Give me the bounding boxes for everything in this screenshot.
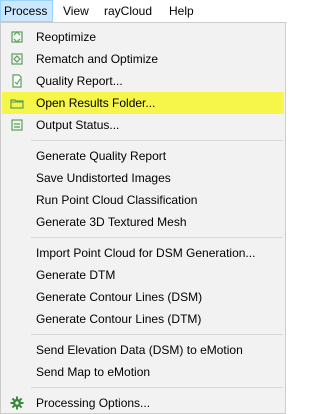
menu-item-save-undistorted-images[interactable]: Save Undistorted Images (2, 167, 284, 189)
menu-item-generate-contour-lines-dtm[interactable]: Generate Contour Lines (DTM) (2, 308, 284, 330)
menu-item-send-map[interactable]: Send Map to eMotion (2, 361, 284, 383)
menu-item-generate-quality-report[interactable]: Generate Quality Report (2, 145, 284, 167)
menu-item-label: Quality Report... (36, 74, 123, 88)
menu-item-label: Generate Contour Lines (DTM) (36, 312, 202, 326)
menu-item-label: Send Elevation Data (DSM) to eMotion (36, 343, 243, 357)
menu-item-generate-dtm[interactable]: Generate DTM (2, 264, 284, 286)
menu-item-label: Open Results Folder... (36, 96, 156, 110)
menubar-process[interactable]: Process (0, 0, 53, 22)
menu-separator (31, 387, 283, 388)
menu-item-label: Import Point Cloud for DSM Generation... (36, 246, 256, 260)
menu-item-output-status[interactable]: Output Status... (2, 114, 284, 136)
menu-item-run-point-cloud-classification[interactable]: Run Point Cloud Classification (2, 189, 284, 211)
menu-item-reoptimize[interactable]: Reoptimize (2, 26, 284, 48)
menu-item-send-elevation-data[interactable]: Send Elevation Data (DSM) to eMotion (2, 339, 284, 361)
menu-item-label: Run Point Cloud Classification (36, 193, 198, 207)
menu-item-label: Send Map to eMotion (36, 365, 151, 379)
menu-separator (31, 140, 283, 141)
menu-bar: Process View rayCloud Help (0, 0, 287, 23)
menu-item-label: Output Status... (36, 118, 120, 132)
menu-item-processing-options[interactable]: Processing Options... (2, 392, 284, 414)
menu-separator (31, 334, 283, 335)
menubar-raycloud[interactable]: rayCloud (101, 0, 155, 22)
menubar-help[interactable]: Help (166, 0, 197, 22)
menu-item-label: Generate Contour Lines (DSM) (36, 290, 203, 304)
menu-item-label: Generate 3D Textured Mesh (36, 215, 187, 229)
menu-item-label: Generate Quality Report (36, 149, 167, 163)
menu-item-generate-contour-lines-dsm[interactable]: Generate Contour Lines (DSM) (2, 286, 284, 308)
menu-item-label: Rematch and Optimize (36, 52, 159, 66)
reoptimize-icon (11, 31, 23, 43)
menu-item-generate-3d-textured-mesh[interactable]: Generate 3D Textured Mesh (2, 211, 284, 233)
menu-item-rematch-optimize[interactable]: Rematch and Optimize (2, 48, 284, 70)
menu-item-import-point-cloud-dsm[interactable]: Import Point Cloud for DSM Generation... (2, 242, 284, 264)
menu-item-open-results-folder[interactable]: Open Results Folder... (2, 92, 284, 114)
menu-item-quality-report[interactable]: Quality Report... (2, 70, 284, 92)
menu-item-label: Processing Options... (36, 396, 151, 410)
menubar-view[interactable]: View (60, 0, 92, 22)
process-menu: Reoptimize Rematch and Optimize Quality … (0, 22, 286, 414)
menu-separator (31, 237, 283, 238)
folder-icon (10, 99, 24, 109)
output-status-icon (11, 119, 23, 131)
gear-icon (10, 396, 24, 410)
quality-report-icon (12, 74, 22, 88)
menu-item-label: Generate DTM (36, 268, 116, 282)
rematch-icon (11, 53, 23, 65)
menu-item-label: Save Undistorted Images (36, 171, 171, 185)
menu-item-label: Reoptimize (36, 30, 97, 44)
